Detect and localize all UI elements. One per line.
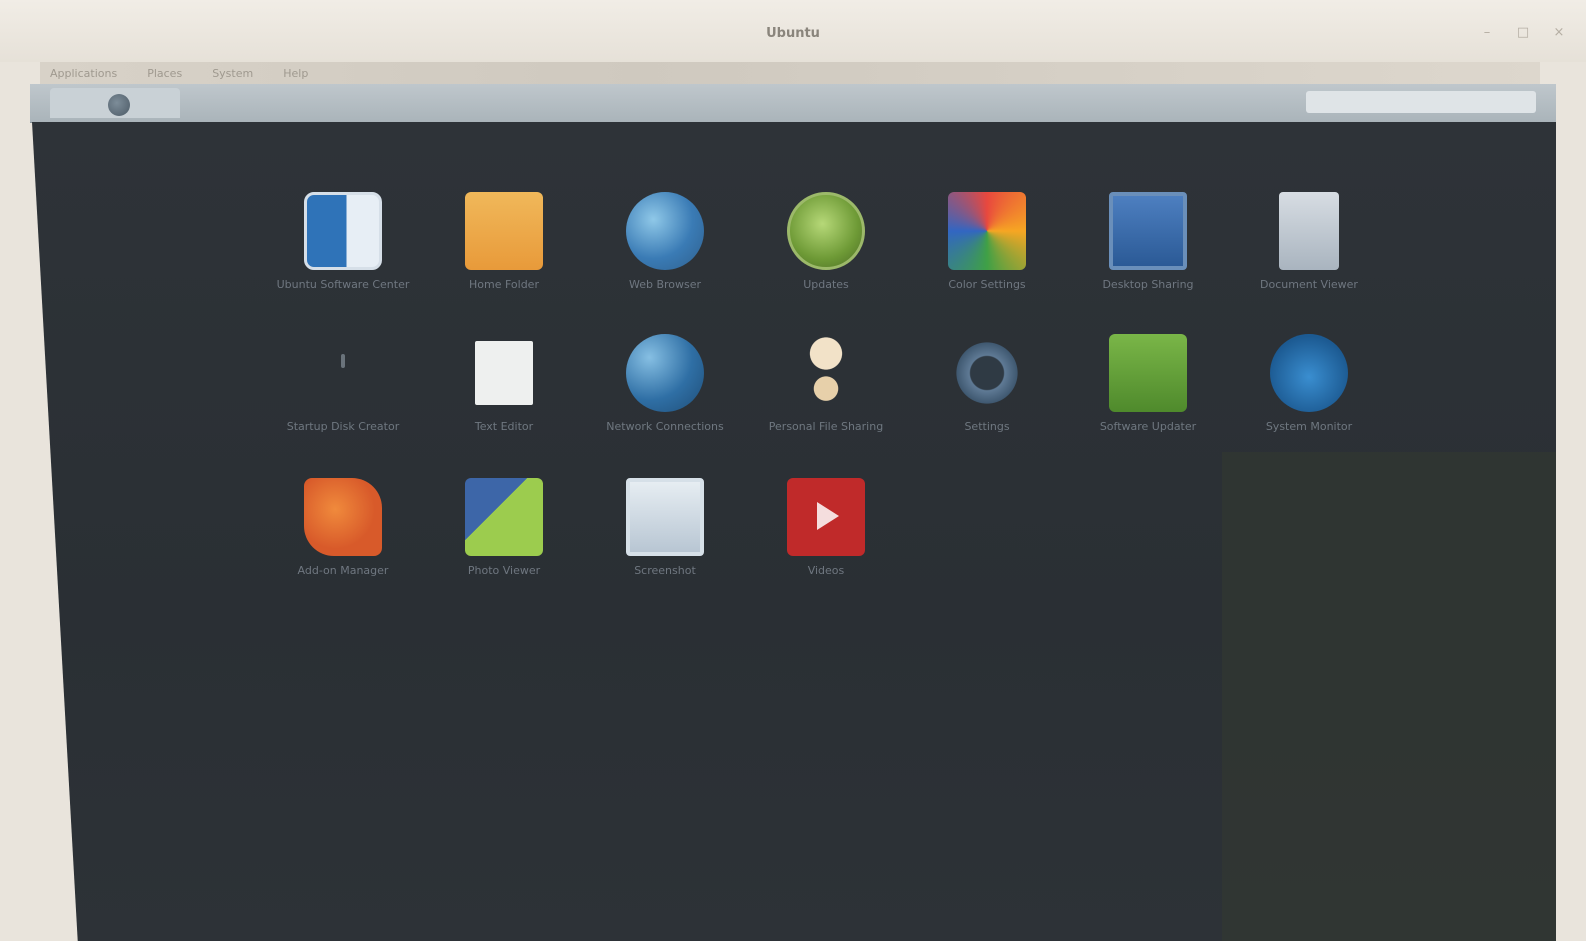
app-item[interactable]: Settings — [912, 334, 1062, 433]
app-label: System Monitor — [1265, 420, 1353, 433]
close-icon[interactable]: × — [1552, 26, 1566, 40]
app-item[interactable]: Home Folder — [429, 192, 579, 291]
menu-applications[interactable]: Applications — [50, 67, 117, 80]
app-label: Home Folder — [469, 278, 539, 291]
app-item[interactable]: System Monitor — [1234, 334, 1384, 433]
desktop-area: Ubuntu Software Center Home Folder Web B… — [32, 122, 1556, 941]
menu-bar: Applications Places System Help — [40, 62, 1540, 84]
bulb-icon — [304, 334, 382, 412]
search-field[interactable] — [1306, 91, 1536, 113]
app-item[interactable]: Updates — [751, 192, 901, 291]
globe-icon — [626, 192, 704, 270]
photos-icon — [465, 478, 543, 556]
toolbar — [30, 84, 1556, 123]
monitor-icon — [1109, 192, 1187, 270]
app-item[interactable]: Add-on Manager — [268, 478, 418, 577]
app-label: Add-on Manager — [297, 564, 389, 577]
folder-icon — [465, 192, 543, 270]
app-label: Personal File Sharing — [768, 420, 884, 433]
app-label: Updates — [803, 278, 849, 291]
store-icon — [304, 192, 382, 270]
app-item[interactable]: Personal File Sharing — [751, 334, 901, 433]
app-item[interactable]: Screenshot — [590, 478, 740, 577]
app-label: Color Settings — [948, 278, 1026, 291]
app-item[interactable]: Text Editor — [429, 334, 579, 433]
window-title: Ubuntu — [766, 26, 820, 41]
puzzle-icon — [304, 478, 382, 556]
paper-icon — [465, 334, 543, 412]
app-label: Web Browser — [628, 278, 702, 291]
document-icon — [1279, 192, 1339, 270]
green-box-icon — [1109, 334, 1187, 412]
ubuntu-logo-icon[interactable] — [108, 94, 130, 116]
app-label: Settings — [964, 420, 1010, 433]
video-icon — [787, 478, 865, 556]
app-label: Ubuntu Software Center — [276, 278, 410, 291]
app-window: Ubuntu – □ × Applications Places System … — [0, 0, 1586, 941]
menu-help[interactable]: Help — [283, 67, 308, 80]
palette-icon — [948, 192, 1026, 270]
app-label: Text Editor — [474, 420, 534, 433]
app-item[interactable]: Document Viewer — [1234, 192, 1384, 291]
globe-check-icon — [626, 334, 704, 412]
blue-blob-icon — [1270, 334, 1348, 412]
menu-system[interactable]: System — [212, 67, 253, 80]
toolbar-tab[interactable] — [50, 88, 180, 118]
app-label: Photo Viewer — [467, 564, 541, 577]
app-item[interactable]: Network Connections — [590, 334, 740, 433]
app-item[interactable]: Photo Viewer — [429, 478, 579, 577]
app-item[interactable]: Desktop Sharing — [1073, 192, 1223, 291]
lighthouse-icon — [802, 334, 850, 412]
app-label: Startup Disk Creator — [286, 420, 400, 433]
minimize-icon[interactable]: – — [1480, 26, 1494, 40]
app-item[interactable]: Web Browser — [590, 192, 740, 291]
title-bar: Ubuntu – □ × — [0, 0, 1586, 62]
app-item[interactable]: Ubuntu Software Center — [268, 192, 418, 291]
gear-icon — [948, 334, 1026, 412]
app-label: Screenshot — [634, 564, 696, 577]
app-label: Videos — [807, 564, 845, 577]
menu-places[interactable]: Places — [147, 67, 182, 80]
app-item[interactable]: Software Updater — [1073, 334, 1223, 433]
app-item[interactable]: Startup Disk Creator — [268, 334, 418, 433]
app-label: Software Updater — [1099, 420, 1197, 433]
app-item[interactable]: Videos — [751, 478, 901, 577]
maximize-icon[interactable]: □ — [1516, 26, 1530, 40]
app-grid: Ubuntu Software Center Home Folder Web B… — [32, 122, 1556, 941]
app-label: Desktop Sharing — [1102, 278, 1194, 291]
app-item[interactable]: Color Settings — [912, 192, 1062, 291]
update-icon — [787, 192, 865, 270]
picture-icon — [626, 478, 704, 556]
window-controls: – □ × — [1480, 26, 1566, 40]
app-label: Network Connections — [606, 420, 724, 433]
app-label: Document Viewer — [1260, 278, 1358, 291]
